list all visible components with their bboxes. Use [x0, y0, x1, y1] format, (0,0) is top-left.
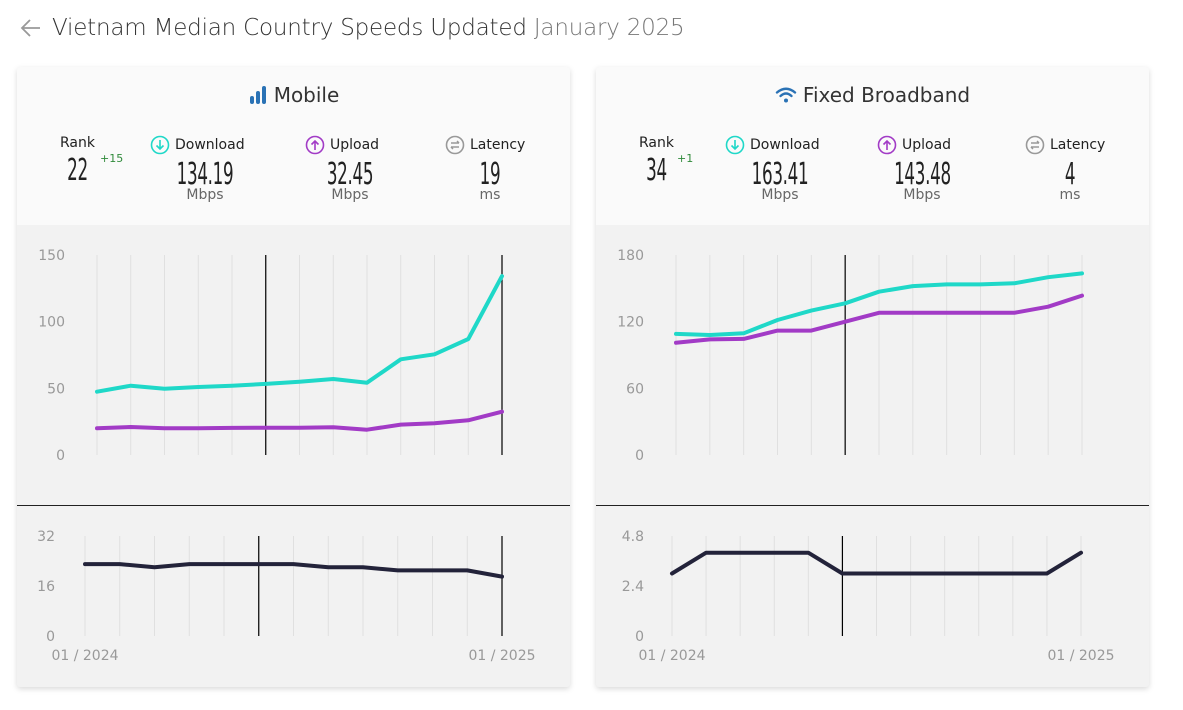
- rank-delta: +1: [677, 152, 694, 165]
- y-tick-label: 180: [617, 248, 644, 264]
- download-label-text: Download: [175, 137, 245, 153]
- y-tick-label: 0: [56, 448, 65, 464]
- y-tick-label: 100: [38, 315, 65, 331]
- y-tick-label: 0: [46, 629, 55, 645]
- y-tick-label: 16: [37, 579, 55, 595]
- download-icon: [150, 135, 170, 155]
- mobile-upload: Upload 32.45 Mbps: [305, 135, 395, 203]
- page-title-text: Vietnam Median Country Speeds Updated: [52, 15, 527, 41]
- latency-label: Latency: [1025, 135, 1115, 155]
- upload-label-text: Upload: [902, 137, 952, 153]
- x-tick-label: 01 / 2025: [1047, 648, 1114, 664]
- download-icon: [725, 135, 745, 155]
- y-tick-label: 0: [635, 629, 644, 645]
- fixed-rank: Rank 34: [634, 135, 679, 189]
- latency-value: 19: [479, 157, 501, 192]
- upload-icon: [877, 135, 897, 155]
- rank-value: 34: [646, 153, 667, 188]
- fixed-upload: Upload 143.48 Mbps: [877, 135, 967, 203]
- rank-label: Rank: [639, 135, 674, 151]
- latency-icon: [1025, 135, 1045, 155]
- latency-icon: [445, 135, 465, 155]
- y-tick-label: 0: [635, 448, 644, 464]
- fixed-download: Download 163.41 Mbps: [725, 135, 835, 203]
- fixed-title: Fixed Broadband: [596, 83, 1149, 107]
- x-tick-label: 01 / 2024: [638, 648, 705, 664]
- mobile-rank: Rank 22: [55, 135, 100, 189]
- arrow-left-icon[interactable]: [18, 15, 44, 41]
- y-tick-label: 60: [626, 381, 644, 397]
- upload-label: Upload: [877, 135, 967, 155]
- page-title: Vietnam Median Country Speeds Updated Ja…: [52, 15, 685, 41]
- y-tick-label: 120: [617, 315, 644, 331]
- fixed-latency: Latency 4 ms: [1025, 135, 1115, 203]
- download-label: Download: [150, 135, 260, 155]
- upload-icon: [305, 135, 325, 155]
- page-header: Vietnam Median Country Speeds Updated Ja…: [18, 12, 685, 44]
- download-label: Download: [725, 135, 835, 155]
- x-tick-label: 01 / 2024: [51, 648, 118, 664]
- latency-label-text: Latency: [1050, 137, 1106, 153]
- latency-label: Latency: [445, 135, 535, 155]
- y-tick-label: 4.8: [622, 529, 644, 545]
- fixed-speed-chart: 0 60 120 180: [617, 248, 1084, 464]
- rank-delta: +15: [100, 152, 124, 165]
- mobile-latency-chart: 0 16 32 01 / 2024 01 / 2025: [37, 529, 535, 664]
- download-value: 134.19: [176, 157, 234, 192]
- upload-value: 32.45: [326, 157, 374, 192]
- fixed-card: Fixed Broadband Rank 34 +1 Download 163.…: [596, 67, 1149, 687]
- download-label-text: Download: [750, 137, 820, 153]
- rank-value: 22: [67, 153, 88, 188]
- mobile-speed-chart: 0 50 100 150: [38, 248, 504, 464]
- mobile-title: Mobile: [17, 83, 570, 107]
- signal-bars-icon: [249, 86, 266, 104]
- fixed-title-text: Fixed Broadband: [802, 83, 971, 107]
- page-title-date: January 2025: [533, 15, 685, 41]
- latency-label-text: Latency: [470, 137, 526, 153]
- download-value: 163.41: [751, 157, 809, 192]
- y-tick-label: 50: [47, 381, 65, 397]
- rank-label: Rank: [60, 135, 95, 151]
- fixed-latency-chart: 0 2.4 4.8 01 / 2024 01 / 2025: [622, 529, 1115, 664]
- x-tick-label: 01 / 2025: [468, 648, 535, 664]
- latency-value: 4: [1064, 157, 1076, 192]
- upload-value: 143.48: [894, 157, 951, 192]
- y-tick-label: 32: [37, 529, 55, 545]
- mobile-summary: Mobile Rank 22 +15 Download 134.19 Mbps …: [17, 67, 570, 225]
- mobile-card: Mobile Rank 22 +15 Download 134.19 Mbps …: [17, 67, 570, 687]
- mobile-download: Download 134.19 Mbps: [150, 135, 260, 203]
- y-tick-label: 150: [38, 248, 65, 264]
- y-tick-label: 2.4: [622, 579, 644, 595]
- fixed-summary: Fixed Broadband Rank 34 +1 Download 163.…: [596, 67, 1149, 225]
- mobile-latency: Latency 19 ms: [445, 135, 535, 203]
- mobile-title-text: Mobile: [273, 83, 340, 107]
- upload-label-text: Upload: [330, 137, 380, 153]
- wifi-icon: [775, 87, 797, 103]
- upload-label: Upload: [305, 135, 395, 155]
